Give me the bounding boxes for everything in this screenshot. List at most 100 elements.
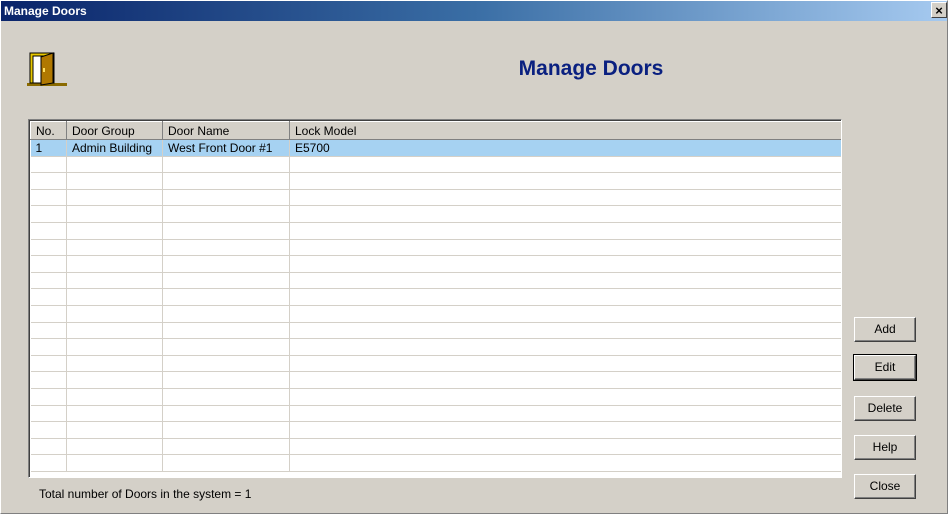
door-icon: [27, 52, 67, 86]
table-cell: [66, 371, 163, 389]
table-cell: [30, 388, 67, 406]
help-button[interactable]: Help: [854, 435, 916, 460]
table-cell: [289, 205, 841, 223]
table-cell: [289, 338, 841, 356]
table-cell: [66, 322, 163, 340]
empty-table-row[interactable]: [30, 222, 841, 240]
table-cell: [162, 454, 290, 472]
table-cell: [162, 205, 290, 223]
table-cell: [162, 421, 290, 439]
add-button[interactable]: Add: [854, 317, 916, 342]
table-cell: [289, 239, 841, 257]
table-cell: [66, 288, 163, 306]
empty-table-row[interactable]: [30, 405, 841, 423]
empty-table-row[interactable]: [30, 156, 841, 174]
table-cell: [66, 438, 163, 456]
table-cell: [289, 438, 841, 456]
column-header-no[interactable]: No.: [30, 121, 67, 140]
table-cell: [162, 305, 290, 323]
table-cell: [289, 388, 841, 406]
delete-button[interactable]: Delete: [854, 396, 916, 421]
empty-table-row[interactable]: [30, 255, 841, 273]
empty-table-row[interactable]: [30, 322, 841, 340]
table-cell: [162, 189, 290, 207]
table-cell: [289, 421, 841, 439]
empty-table-row[interactable]: [30, 305, 841, 323]
empty-table-row[interactable]: [30, 438, 841, 456]
table-cell: [30, 438, 67, 456]
table-cell: [162, 156, 290, 174]
empty-table-row[interactable]: [30, 272, 841, 290]
table-cell: [30, 255, 67, 273]
table-cell: [30, 189, 67, 207]
table-cell: [289, 255, 841, 273]
table-cell: [66, 388, 163, 406]
table-cell: [30, 239, 67, 257]
table-cell: [162, 288, 290, 306]
table-cell: [162, 322, 290, 340]
table-cell: [66, 189, 163, 207]
column-header-door-group[interactable]: Door Group: [66, 121, 163, 140]
table-cell: [162, 222, 290, 240]
manage-doors-window: Manage Doors × Manage Doors No. Door Gro…: [0, 0, 948, 514]
close-window-button[interactable]: ×: [931, 2, 947, 18]
empty-table-row[interactable]: [30, 189, 841, 207]
doors-table[interactable]: No. Door Group Door Name Lock Model 1 Adm…: [28, 119, 842, 478]
table-row[interactable]: 1 Admin Building West Front Door #1 E5700: [30, 139, 841, 157]
column-header-door-name[interactable]: Door Name: [162, 121, 290, 140]
table-cell: [162, 172, 290, 190]
table-header-row: No. Door Group Door Name Lock Model: [30, 121, 841, 140]
table-cell: [162, 438, 290, 456]
table-cell: [66, 454, 163, 472]
table-cell: [66, 255, 163, 273]
table-cell: [289, 322, 841, 340]
table-cell: West Front Door #1: [162, 139, 290, 157]
table-cell: [289, 454, 841, 472]
table-cell: [289, 371, 841, 389]
empty-table-row[interactable]: [30, 454, 841, 472]
edit-button[interactable]: Edit: [853, 354, 917, 381]
table-cell: [289, 222, 841, 240]
table-cell: [30, 371, 67, 389]
table-cell: [30, 205, 67, 223]
table-cell: [66, 172, 163, 190]
table-cell: [30, 272, 67, 290]
table-cell: [30, 454, 67, 472]
empty-table-row[interactable]: [30, 239, 841, 257]
close-button[interactable]: Close: [854, 474, 916, 499]
empty-table-row[interactable]: [30, 205, 841, 223]
page-heading: Manage Doors: [518, 57, 664, 80]
empty-table-row[interactable]: [30, 288, 841, 306]
table-cell: [30, 305, 67, 323]
table-cell: [66, 156, 163, 174]
table-cell: [66, 305, 163, 323]
empty-table-row[interactable]: [30, 371, 841, 389]
table-cell: [66, 405, 163, 423]
table-cell: [30, 222, 67, 240]
door-count-status: Total number of Doors in the system = 1: [39, 487, 252, 501]
table-cell: [66, 272, 163, 290]
table-cell: [289, 272, 841, 290]
table-cell: [289, 172, 841, 190]
table-cell: [162, 388, 290, 406]
table-cell: E5700: [289, 139, 841, 157]
table-cell: [30, 172, 67, 190]
table-cell: [30, 421, 67, 439]
empty-table-row[interactable]: [30, 355, 841, 373]
table-cell: [66, 338, 163, 356]
table-cell: [66, 421, 163, 439]
table-cell: Admin Building: [66, 139, 163, 157]
empty-table-row[interactable]: [30, 388, 841, 406]
column-header-lock-model[interactable]: Lock Model: [289, 121, 841, 140]
empty-table-row[interactable]: [30, 172, 841, 190]
window-title: Manage Doors: [4, 4, 87, 18]
table-cell: [66, 205, 163, 223]
empty-table-row[interactable]: [30, 338, 841, 356]
table-cell: [162, 405, 290, 423]
empty-table-row[interactable]: [30, 421, 841, 439]
table-cell: [289, 305, 841, 323]
table-cell: [30, 338, 67, 356]
table-cell: [30, 322, 67, 340]
title-bar[interactable]: Manage Doors ×: [1, 1, 947, 21]
table-cell: [162, 272, 290, 290]
